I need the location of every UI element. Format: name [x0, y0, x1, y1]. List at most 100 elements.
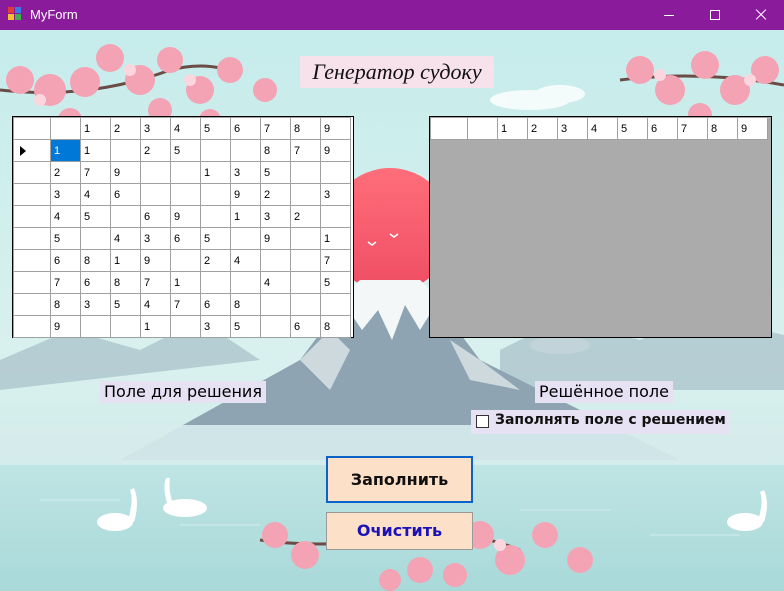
grid-cell[interactable]: 8: [110, 271, 141, 294]
row-header[interactable]: [13, 293, 51, 316]
grid-cell[interactable]: 4: [230, 249, 261, 272]
row-header[interactable]: [13, 161, 51, 184]
sudoku-solved-grid[interactable]: 1 2 3 4 5 6 7 8 9: [429, 116, 772, 338]
grid-cell[interactable]: 5: [260, 161, 291, 184]
column-header[interactable]: 1: [497, 117, 528, 140]
column-header[interactable]: 1: [80, 117, 111, 140]
grid-cell[interactable]: [230, 139, 261, 162]
grid-cell[interactable]: [230, 227, 261, 250]
grid-cell[interactable]: 3: [200, 315, 231, 338]
grid-cell[interactable]: 2: [290, 205, 321, 228]
grid-cell[interactable]: [80, 315, 111, 338]
grid-cell[interactable]: 4: [140, 293, 171, 316]
row-header[interactable]: [13, 183, 51, 206]
grid-cell[interactable]: [170, 315, 201, 338]
grid-cell[interactable]: 7: [80, 161, 111, 184]
column-header[interactable]: 7: [677, 117, 708, 140]
row-header[interactable]: [13, 271, 51, 294]
grid-cell[interactable]: [290, 183, 321, 206]
grid-cell[interactable]: [260, 293, 291, 316]
grid-cell[interactable]: 6: [200, 293, 231, 316]
grid-cell[interactable]: 8: [320, 315, 351, 338]
grid-cell[interactable]: 3: [230, 161, 261, 184]
grid-cell[interactable]: 5: [50, 227, 81, 250]
column-header[interactable]: 2: [527, 117, 558, 140]
grid-cell[interactable]: 2: [200, 249, 231, 272]
grid-row[interactable]: 45 69 132: [13, 205, 351, 228]
maximize-icon[interactable]: [692, 0, 738, 30]
grid-cell[interactable]: 6: [290, 315, 321, 338]
grid-cell[interactable]: [320, 205, 351, 228]
grid-cell[interactable]: [260, 249, 291, 272]
grid-cell[interactable]: [110, 315, 141, 338]
grid-cell[interactable]: [80, 227, 111, 250]
grid-blank-column-header[interactable]: [50, 117, 81, 140]
row-header[interactable]: [13, 205, 51, 228]
column-header[interactable]: 5: [617, 117, 648, 140]
grid-cell[interactable]: 6: [170, 227, 201, 250]
grid-cell[interactable]: 7: [170, 293, 201, 316]
grid-cell[interactable]: 7: [320, 249, 351, 272]
grid-blank-column-header[interactable]: [467, 117, 498, 140]
row-header[interactable]: [13, 249, 51, 272]
grid-cell[interactable]: 4: [80, 183, 111, 206]
grid-cell[interactable]: [200, 139, 231, 162]
grid-cell[interactable]: [200, 205, 231, 228]
grid-cell[interactable]: 1: [110, 249, 141, 272]
grid-cell[interactable]: [320, 161, 351, 184]
grid-cell[interactable]: 7: [290, 139, 321, 162]
grid-cell[interactable]: 7: [140, 271, 171, 294]
column-header[interactable]: 2: [110, 117, 141, 140]
grid-cell[interactable]: [110, 205, 141, 228]
grid-cell[interactable]: 2: [140, 139, 171, 162]
sudoku-input-grid[interactable]: 1 2 3 4 5 6 7 8 9 1125879279135346923456…: [12, 116, 354, 338]
grid-cell[interactable]: [290, 249, 321, 272]
grid-cell[interactable]: 4: [260, 271, 291, 294]
grid-cell[interactable]: 6: [110, 183, 141, 206]
grid-cell[interactable]: [140, 183, 171, 206]
column-header[interactable]: 7: [260, 117, 291, 140]
grid-cell[interactable]: 9: [110, 161, 141, 184]
grid-cell[interactable]: [170, 183, 201, 206]
grid-row[interactable]: 279 135: [13, 161, 351, 184]
grid-cell[interactable]: 9: [260, 227, 291, 250]
row-header[interactable]: [13, 315, 51, 338]
grid-cell[interactable]: 8: [230, 293, 261, 316]
grid-cell[interactable]: 1: [320, 227, 351, 250]
close-icon[interactable]: [738, 0, 784, 30]
grid-cell[interactable]: 9: [170, 205, 201, 228]
grid-cell[interactable]: 1: [50, 139, 81, 162]
grid-cell[interactable]: [230, 271, 261, 294]
grid-row[interactable]: 6819 24 7: [13, 249, 351, 272]
column-header[interactable]: 5: [200, 117, 231, 140]
grid-cell[interactable]: 9: [320, 139, 351, 162]
grid-row[interactable]: 8354768: [13, 293, 351, 316]
grid-cell[interactable]: 5: [170, 139, 201, 162]
grid-cell[interactable]: 4: [50, 205, 81, 228]
grid-cell[interactable]: [290, 161, 321, 184]
grid-cell[interactable]: 3: [50, 183, 81, 206]
grid-cell[interactable]: 7: [50, 271, 81, 294]
grid-cell[interactable]: [140, 161, 171, 184]
grid-cell[interactable]: [110, 139, 141, 162]
grid-cell[interactable]: 6: [140, 205, 171, 228]
column-header[interactable]: 8: [707, 117, 738, 140]
grid-cell[interactable]: 2: [260, 183, 291, 206]
grid-cell[interactable]: [290, 293, 321, 316]
grid-cell[interactable]: [260, 315, 291, 338]
grid-cell[interactable]: [170, 249, 201, 272]
grid-cell[interactable]: 1: [230, 205, 261, 228]
grid-cell[interactable]: 3: [80, 293, 111, 316]
grid-row[interactable]: 9 1 35 68: [13, 315, 351, 338]
grid-row[interactable]: 7687145: [13, 271, 351, 294]
grid-row[interactable]: 346923: [13, 183, 351, 206]
grid-cell[interactable]: 5: [200, 227, 231, 250]
grid-cell[interactable]: 2: [50, 161, 81, 184]
grid-cell[interactable]: 9: [230, 183, 261, 206]
grid-cell[interactable]: [200, 271, 231, 294]
grid-cell[interactable]: 3: [140, 227, 171, 250]
grid-cell[interactable]: 1: [140, 315, 171, 338]
fill-with-solution-label[interactable]: Заполнять поле с решением: [495, 412, 726, 428]
grid-cell[interactable]: 1: [80, 139, 111, 162]
grid-cell[interactable]: 8: [260, 139, 291, 162]
